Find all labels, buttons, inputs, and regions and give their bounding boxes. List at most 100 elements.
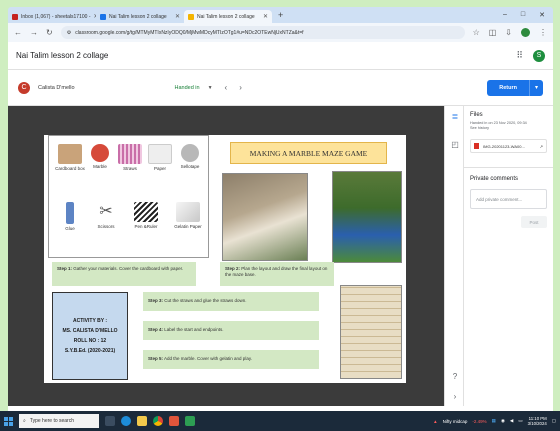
pen-ruler-image [134,202,158,222]
collage-slide: Cardboard box Marble Straws Paper Sellot… [44,135,406,383]
green-app-icon[interactable] [185,416,195,426]
student-name: Calista D'mello [38,84,75,91]
window-controls: – □ ✕ [503,11,553,19]
stock-widget-icon: ▲ [433,418,438,424]
taskbar-search-placeholder: Type here to search [29,418,75,424]
see-history-link[interactable]: See history [470,126,547,131]
return-button[interactable]: Return [487,79,529,96]
close-window-button[interactable]: ✕ [539,11,545,19]
bookmark-star-icon[interactable]: ☆ [473,28,480,37]
course-year: S.Y.B.Ed. (2020-2021) [64,348,116,354]
windows-start-icon[interactable] [4,416,13,426]
return-dropdown-icon[interactable]: ▾ [529,79,543,96]
material-scissors: ✂ Scissors [89,202,123,229]
assignment-title: Nai Talim lesson 2 collage [16,51,109,60]
address-bar-row: ← → ↻ ⚙ classroom.google.com/g/tg/MTMyMT… [8,23,553,42]
material-sellotape: Sellotape [173,144,207,169]
scissors-image: ✂ [99,203,113,220]
step-5-box: Step 5: Add the marble. Cover with gelat… [143,350,319,369]
store-app-icon[interactable] [169,416,179,426]
roll-number: ROLL NO : 12 [73,338,107,344]
user-avatar[interactable]: S [533,49,545,62]
back-arrow-icon[interactable]: ← [14,28,22,37]
browser-menu-icon[interactable]: ⋮ [539,28,547,37]
straws-image [118,144,142,164]
glue-image [66,202,74,224]
material-cardboard: Cardboard box [53,144,87,171]
stock-change: -2.49% [472,418,487,424]
student-photo [332,171,402,263]
student-avatar: C [18,81,30,94]
student-dropdown-icon[interactable]: ▼ [208,85,213,91]
browser-tab-classroom-2[interactable]: Nai Talim lesson 2 collage ✕ [184,10,272,23]
material-glue: Glue [53,202,87,231]
classroom-favicon-icon [188,13,194,20]
material-straws: Straws [113,144,147,171]
minimize-button[interactable]: – [503,11,507,19]
private-comment-input[interactable]: Add private comment... [470,189,547,209]
details-icon[interactable]: ≣ [450,112,460,122]
gmail-favicon-icon [12,13,18,20]
url-text: classroom.google.com/g/tg/MTMyMTIxNzIyOD… [75,29,304,36]
help-icon[interactable]: ? [450,372,460,382]
material-marble: Marble [83,144,117,169]
handed-in-meta: Handed in on 23 Nov 2020, 09:34 See hist… [470,121,547,131]
submission-status: Handed in [174,84,200,91]
system-tray: ▲ Nifty midcap -2.49% ▦ ◉ ◀ ▭ 11:10 PM 3… [433,416,556,426]
step-4-box: Step 4: Label the start and endpoints. [143,321,319,340]
tab-label: Nai Talim lesson 2 collage [109,13,167,20]
task-view-icon[interactable] [105,416,115,426]
tray-apps-icon[interactable]: ▦ [492,418,496,424]
classroom-favicon-icon [100,13,106,20]
close-tab-icon[interactable]: ✕ [175,13,180,20]
taskbar-search[interactable]: ⌕ Type here to search [19,414,99,428]
student-full-name: MS. CALISTA D'MELLO [62,328,118,334]
network-icon[interactable]: ◉ [501,418,505,424]
collapse-panel-icon[interactable]: › [450,392,460,402]
windows-taskbar: ⌕ Type here to search ▲ Nifty midcap -2.… [0,411,560,431]
previous-student-icon[interactable]: ‹ [225,83,228,92]
chrome-app-icon[interactable] [153,416,163,426]
stock-name[interactable]: Nifty midcap [443,419,468,424]
materials-photo [222,173,308,261]
post-button[interactable]: Post [521,216,547,228]
url-bar[interactable]: ⚙ classroom.google.com/g/tg/MTMyMTIxNzIy… [60,26,465,39]
material-pen-ruler: Pen &Ruler [129,202,163,229]
paper-image [148,144,172,164]
slide-title: MAKING A MARBLE MAZE GAME [230,142,387,164]
close-tab-icon[interactable]: ✕ [263,13,268,20]
apps-grid-icon[interactable]: ⠿ [516,50,523,61]
site-info-icon[interactable]: ⚙ [67,30,71,36]
material-gelatin-paper: Gelatin Paper [171,202,205,229]
volume-icon[interactable]: ◀ [510,418,513,424]
attached-file[interactable]: IMG-20201123-WA00... ↗ [470,139,547,153]
battery-icon[interactable]: ▭ [518,418,522,424]
document-viewer: Cardboard box Marble Straws Paper Sellot… [8,106,444,406]
gelatin-paper-image [176,202,200,222]
header-actions: ⠿ S [516,49,545,62]
step-2-box: Step 2: Plan the layout and draw the fin… [220,262,334,286]
file-explorer-icon[interactable] [137,416,147,426]
next-student-icon[interactable]: › [239,83,242,92]
comments-icon[interactable]: ◰ [450,140,460,150]
tab-label: Nai Talim lesson 2 collage [197,13,255,20]
notifications-icon[interactable]: ▢ [552,418,556,424]
extensions-icon[interactable]: ◫ [489,28,497,37]
files-panel: Files Handed in on 23 Nov 2020, 09:34 Se… [464,106,553,406]
classroom-header: Nai Talim lesson 2 collage ⠿ S [8,42,553,70]
browser-tab-gmail[interactable]: Inbox (1,067) - sheetals17100 - ✕ [8,10,96,23]
profile-avatar[interactable] [521,28,530,37]
edge-app-icon[interactable] [121,416,131,426]
panel-divider [464,167,553,168]
browser-tab-classroom-1[interactable]: Nai Talim lesson 2 collage ✕ [96,10,184,23]
maximize-button[interactable]: □ [521,11,525,19]
file-name: IMG-20201123-WA00... [483,143,525,149]
reload-icon[interactable]: ↻ [46,28,53,37]
forward-arrow-icon[interactable]: → [30,28,38,37]
downloads-icon[interactable]: ⇩ [505,28,512,37]
open-external-icon[interactable]: ↗ [540,144,543,149]
new-tab-button[interactable]: + [278,10,283,20]
taskbar-clock[interactable]: 11:10 PM 3/10/2024 [528,416,547,426]
search-icon: ⌕ [23,418,26,424]
cardboard-box-image [58,144,82,164]
